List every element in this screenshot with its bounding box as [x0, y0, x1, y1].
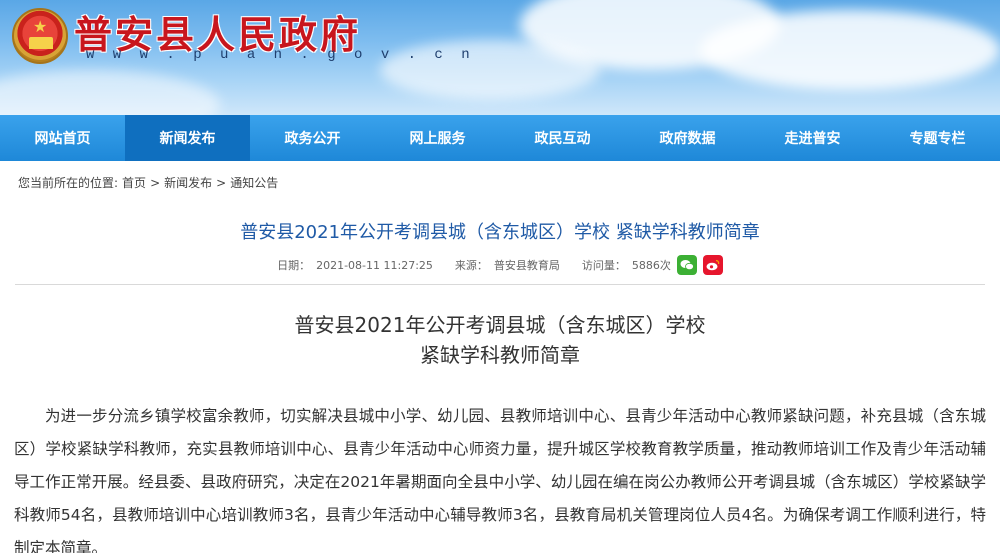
article-paragraph: 为进一步分流乡镇学校富余教师，切实解决县城中小学、幼儿园、县教师培训中心、县青少…	[14, 407, 986, 553]
body-title-line2: 紧缺学科教师简章	[420, 343, 580, 367]
breadcrumb-notices[interactable]: 通知公告	[230, 174, 278, 191]
breadcrumb-home[interactable]: 首页	[122, 174, 146, 191]
views-label: 访问量：	[581, 259, 626, 272]
source-label: 来源：	[454, 259, 488, 272]
breadcrumb-news[interactable]: 新闻发布	[164, 174, 212, 191]
breadcrumb: 您当前所在的位置: 首页 > 新闻发布 > 通知公告	[18, 174, 278, 191]
views-value: 5886次	[631, 259, 671, 272]
main-nav: 网站首页 新闻发布 政务公开 网上服务 政民互动 政府数据 走进普安 专题专栏	[0, 115, 1000, 161]
nav-item-interaction[interactable]: 政民互动	[500, 115, 625, 161]
body-title-line1: 普安县2021年公开考调县城（含东城区）学校	[294, 313, 706, 337]
wechat-icon[interactable]	[676, 255, 697, 275]
article-title: 普安县2021年公开考调县城（含东城区）学校 紧缺学科教师简章	[240, 222, 760, 243]
breadcrumb-separator: >	[150, 175, 161, 190]
source-value: 普安县教育局	[493, 259, 560, 272]
nav-item-home[interactable]: 网站首页	[0, 115, 125, 161]
nav-item-news[interactable]: 新闻发布	[125, 115, 250, 161]
nav-item-gov-affairs[interactable]: 政务公开	[250, 115, 375, 161]
divider	[15, 284, 985, 285]
body-title: 普安县2021年公开考调县城（含东城区）学校 紧缺学科教师简章	[0, 310, 1000, 370]
breadcrumb-prefix: 您当前所在的位置:	[18, 176, 119, 190]
nav-item-online-services[interactable]: 网上服务	[375, 115, 500, 161]
nav-item-about-puan[interactable]: 走进普安	[750, 115, 875, 161]
header-banner: ★ 普安县人民政府 w w w . p u a n . g o v . c n	[0, 0, 1000, 115]
site-url: w w w . p u a n . g o v . c n	[86, 47, 475, 63]
article-meta: 日期： 2021-08-11 11:27:25 来源： 普安县教育局 访问量： …	[0, 255, 1000, 275]
weibo-icon[interactable]	[702, 255, 723, 275]
nav-item-special-topics[interactable]: 专题专栏	[875, 115, 1000, 161]
date-label: 日期：	[277, 259, 311, 272]
nav-item-gov-data[interactable]: 政府数据	[625, 115, 750, 161]
breadcrumb-separator: >	[216, 175, 227, 190]
national-emblem-icon: ★	[12, 8, 68, 64]
date-value: 2021-08-11 11:27:25	[316, 258, 433, 272]
